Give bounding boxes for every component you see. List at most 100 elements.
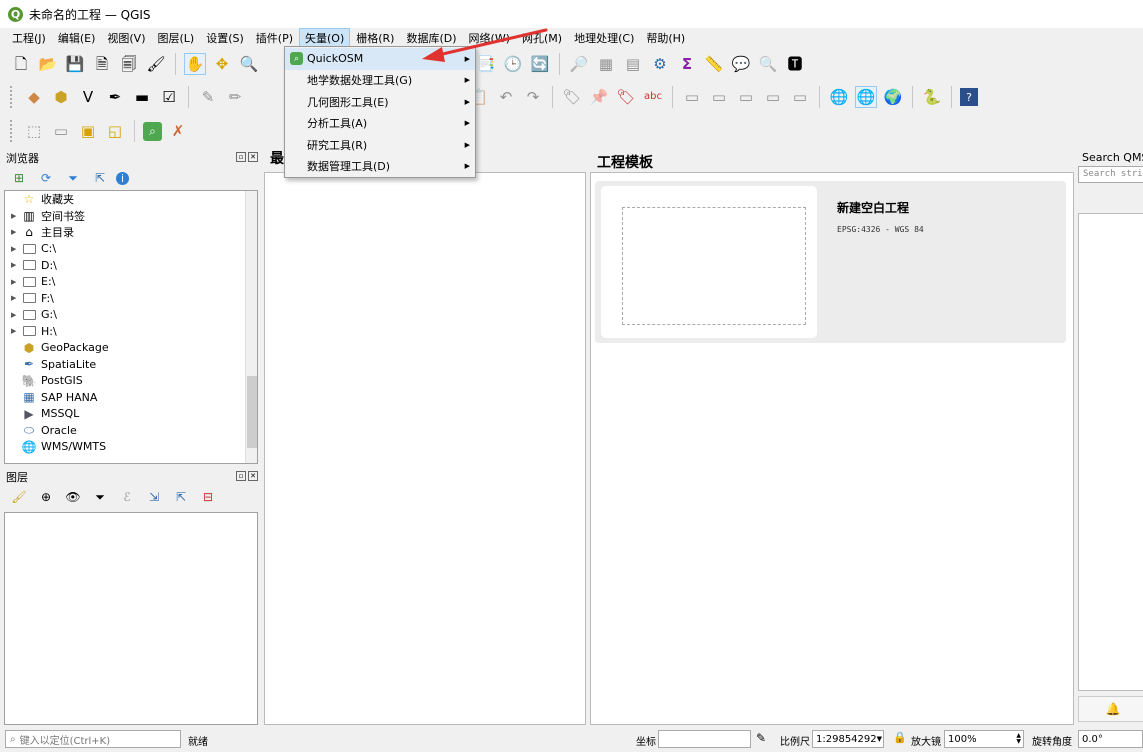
save-edits-icon[interactable]: ✏: [224, 86, 246, 108]
expand-arrow-icon[interactable]: ▶: [11, 212, 21, 220]
python-console-icon[interactable]: 🐍: [921, 86, 943, 108]
expand-arrow-icon[interactable]: ▶: [11, 327, 21, 335]
tree-item-drive-e[interactable]: ▶ E:\: [5, 274, 257, 291]
expand-arrow-icon[interactable]: ▶: [11, 261, 21, 269]
new-empty-project-card[interactable]: 新建空白工程 EPSG:4326 - WGS 84: [595, 181, 1066, 343]
undo-icon[interactable]: ↶: [495, 86, 517, 108]
toolbar-grip[interactable]: [10, 86, 14, 108]
expand-arrow-icon[interactable]: ▶: [11, 245, 21, 253]
style-manager-icon[interactable]: 🖌: [145, 53, 167, 75]
statistical-summary-icon[interactable]: Σ: [676, 53, 698, 75]
collapse-all-layers-icon[interactable]: ⇱: [170, 486, 192, 508]
new-project-icon[interactable]: 🗋: [10, 53, 32, 75]
manage-visibility-icon[interactable]: 👁: [62, 486, 84, 508]
attribute-table-icon[interactable]: ▦: [595, 53, 617, 75]
menu-item-analysis-tools[interactable]: 分析工具(A) ▶: [285, 113, 475, 135]
new-geopackage-layer-icon[interactable]: ⬢: [50, 86, 72, 108]
menu-processing[interactable]: 地理处理(C): [568, 28, 640, 48]
tree-item-home[interactable]: ▶ ⌂ 主目录: [5, 224, 257, 241]
tree-item-spatialite[interactable]: ✒ SpatiaLite: [5, 356, 257, 373]
label-pin-icon[interactable]: 📌: [588, 86, 610, 108]
menu-raster[interactable]: 栅格(R): [350, 28, 400, 48]
menu-view[interactable]: 视图(V): [101, 28, 151, 48]
filter-expression-icon[interactable]: ℰ: [116, 486, 138, 508]
tree-item-drive-d[interactable]: ▶ D:\: [5, 257, 257, 274]
rotate-label-icon[interactable]: ▭: [735, 86, 757, 108]
layer-styling-icon[interactable]: 🖌: [8, 486, 30, 508]
remove-layer-icon[interactable]: ⊟: [197, 486, 219, 508]
map-tips-icon[interactable]: 💬: [730, 53, 752, 75]
menu-help[interactable]: 帮助(H): [640, 28, 691, 48]
qms-notification-button[interactable]: 🔔: [1078, 696, 1143, 722]
recent-projects-list[interactable]: [264, 172, 586, 725]
tree-item-drive-h[interactable]: ▶ H:\: [5, 323, 257, 340]
add-selected-layers-icon[interactable]: ⊞: [8, 167, 30, 189]
lock-scale-icon[interactable]: 🔒: [893, 731, 907, 744]
zoom-dropdown-icon[interactable]: 🔍: [757, 53, 779, 75]
identify-features-icon[interactable]: 🔎: [568, 53, 590, 75]
label-highlight-icon[interactable]: 🏷: [615, 86, 637, 108]
move-label-icon[interactable]: ▭: [708, 86, 730, 108]
quickosm-toolbar-icon[interactable]: ⌕: [143, 121, 162, 141]
help-contents-icon[interactable]: ?: [960, 88, 978, 106]
globe-search-icon[interactable]: 🌐: [855, 86, 877, 108]
add-group-icon[interactable]: ⊕: [35, 486, 57, 508]
qms-results-list[interactable]: [1078, 213, 1143, 691]
zoom-in-icon[interactable]: 🔍: [238, 53, 260, 75]
tree-item-geopackage[interactable]: ⬢ GeoPackage: [5, 340, 257, 357]
coordinate-field[interactable]: [658, 730, 751, 748]
browser-scrollbar[interactable]: [245, 191, 257, 463]
toggle-editing-icon[interactable]: ✎: [197, 86, 219, 108]
change-label-icon[interactable]: ▭: [762, 86, 784, 108]
tree-item-saphana[interactable]: ▦ SAP HANA: [5, 389, 257, 406]
menu-layer[interactable]: 图层(L): [151, 28, 200, 48]
data-source-manager-icon[interactable]: ◆: [23, 86, 45, 108]
float-panel-button[interactable]: ▫: [236, 471, 246, 481]
processing-toolbox-icon[interactable]: ⚙: [649, 53, 671, 75]
redo-icon[interactable]: ↷: [522, 86, 544, 108]
expand-arrow-icon[interactable]: ▶: [11, 294, 21, 302]
menu-edit[interactable]: 编辑(E): [52, 28, 102, 48]
deselect-features-icon[interactable]: ▣: [77, 120, 99, 142]
spin-arrows-icon[interactable]: ▲ ▼: [1016, 733, 1021, 745]
save-project-icon[interactable]: 💾: [64, 53, 86, 75]
menu-project[interactable]: 工程(J): [6, 28, 52, 48]
expand-arrow-icon[interactable]: ▶: [11, 278, 21, 286]
tree-item-drive-c[interactable]: ▶ C:\: [5, 241, 257, 258]
field-calculator-icon[interactable]: ▤: [622, 53, 644, 75]
text-annotation-icon[interactable]: 🆃: [784, 53, 806, 75]
tree-item-drive-g[interactable]: ▶ G:\: [5, 307, 257, 324]
collapse-all-icon[interactable]: ⇱: [89, 167, 111, 189]
locator-search-input[interactable]: ⌕ 键入以定位(Ctrl+K): [5, 730, 181, 748]
tree-item-favorites[interactable]: ☆ 收藏夹: [5, 191, 257, 208]
menu-settings[interactable]: 设置(S): [200, 28, 250, 48]
select-location-icon[interactable]: ◱: [104, 120, 126, 142]
measure-line-icon[interactable]: 📏: [703, 53, 725, 75]
expand-arrow-icon[interactable]: ▶: [11, 311, 21, 319]
layout-manager-icon[interactable]: 🗐: [118, 53, 140, 75]
toolbar-grip[interactable]: [10, 120, 14, 142]
label-abc-icon[interactable]: abc: [642, 86, 664, 108]
globe-add-icon[interactable]: 🌐: [828, 86, 850, 108]
open-project-icon[interactable]: 📂: [37, 53, 59, 75]
refresh-browser-icon[interactable]: ⟳: [35, 167, 57, 189]
tree-item-wms[interactable]: 🌐 WMS/WMTS: [5, 439, 257, 456]
label-properties-icon[interactable]: ▭: [789, 86, 811, 108]
filter-browser-icon[interactable]: ⏷: [62, 167, 84, 189]
scrollbar-thumb[interactable]: [247, 376, 257, 448]
close-panel-button[interactable]: ✕: [248, 471, 258, 481]
menu-item-geoprocessing[interactable]: 地学数据处理工具(G) ▶: [285, 70, 475, 92]
toggle-extents-icon[interactable]: ✎: [756, 731, 766, 745]
georeferencer-icon[interactable]: ✗: [167, 120, 189, 142]
add-mssql-layer-icon[interactable]: ▬: [131, 86, 153, 108]
layers-tree[interactable]: [4, 512, 258, 725]
magnifier-spinbox[interactable]: 100% ▲ ▼: [944, 730, 1024, 748]
menu-item-data-management[interactable]: 数据管理工具(D) ▶: [285, 156, 475, 178]
new-print-layout-icon[interactable]: 🗎: [91, 53, 113, 75]
tree-item-bookmarks[interactable]: ▶ ▥ 空间书签: [5, 208, 257, 225]
show-pinned-labels-icon[interactable]: ▭: [681, 86, 703, 108]
qms-search-input[interactable]: Search string: [1078, 166, 1143, 183]
label-tool-icon[interactable]: 🏷: [561, 86, 583, 108]
pan-map-icon[interactable]: ✋: [184, 53, 206, 75]
rotation-field[interactable]: 0.0°: [1078, 730, 1143, 748]
